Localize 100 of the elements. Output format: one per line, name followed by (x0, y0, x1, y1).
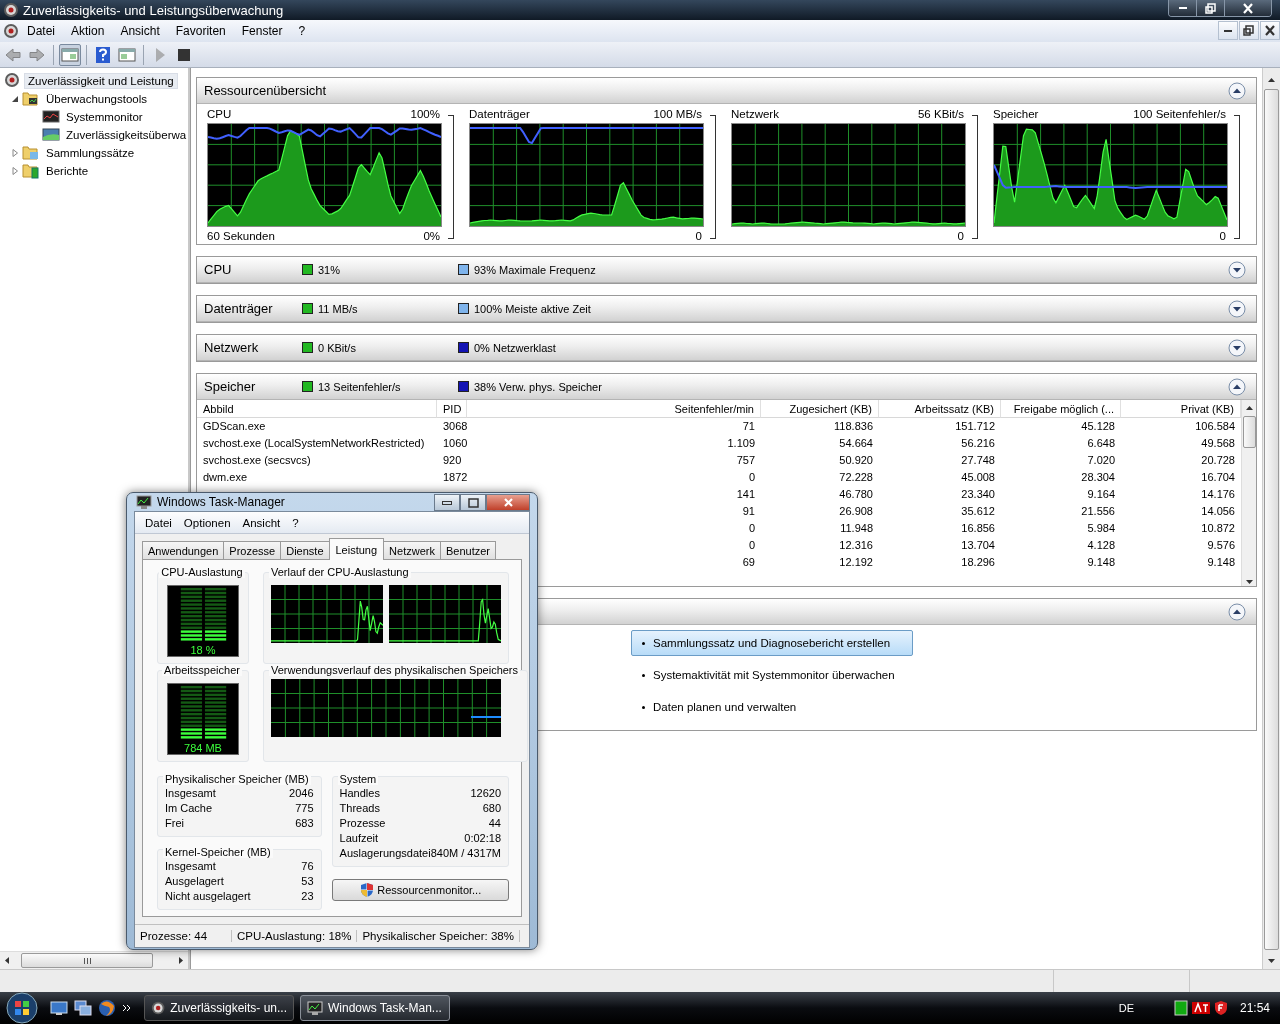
chevron-icon[interactable] (122, 1003, 132, 1013)
window-switcher-icon[interactable] (74, 999, 92, 1017)
minimize-button[interactable] (1218, 21, 1238, 40)
tree-pane-button[interactable] (59, 43, 81, 66)
globe-icon[interactable] (98, 999, 116, 1017)
expander-icon[interactable] (10, 94, 20, 104)
tree-item[interactable]: Sammlungssätze (42, 145, 139, 161)
collapse-icon[interactable] (1228, 602, 1246, 621)
taskbar-button[interactable]: Windows Task-Man... (300, 995, 450, 1021)
collapse-icon[interactable] (1228, 81, 1246, 100)
menu-item[interactable]: Favoriten (167, 22, 234, 40)
menu-item[interactable]: Optionen (177, 514, 237, 531)
menu-item[interactable]: Ansicht (236, 514, 287, 531)
maximize-button[interactable] (460, 494, 486, 511)
column-header[interactable]: PID (437, 400, 467, 418)
horizontal-scrollbar[interactable] (0, 951, 188, 969)
restore-button[interactable] (1239, 21, 1259, 40)
tab[interactable]: Leistung (328, 538, 385, 560)
table-cell: 20.728 (1201, 453, 1235, 466)
tab[interactable]: Benutzer (439, 541, 496, 559)
table-cell: 72.228 (839, 470, 873, 483)
table-cell: 69 (742, 555, 755, 568)
tree-item[interactable]: Berichte (42, 163, 93, 179)
axis-min-label: 0 (957, 230, 964, 242)
help-icon (94, 45, 112, 64)
menu-item[interactable]: ? (290, 22, 314, 40)
bullet-icon (642, 705, 645, 709)
graph-label: Datenträger (469, 108, 530, 120)
back-arrow-icon (4, 45, 22, 64)
menu-item[interactable]: ? (286, 514, 305, 531)
desktop-icon[interactable] (50, 999, 68, 1017)
tab[interactable]: Anwendungen (142, 541, 225, 559)
legend-text: 31% (318, 263, 341, 276)
table-cell: 16.704 (1201, 470, 1235, 483)
panel-header[interactable]: CPU 31% 93% Maximale Frequenz (197, 257, 1256, 283)
minimize-icon (1224, 29, 1232, 32)
vertical-scrollbar[interactable] (1241, 400, 1256, 586)
column-header[interactable]: Abbild (197, 400, 437, 418)
collapse-icon[interactable] (1228, 377, 1246, 396)
tab[interactable]: Dienste (280, 541, 330, 559)
resource-monitor-button[interactable]: Ressourcenmonitor... (331, 879, 509, 901)
stat-label: Insgesamt (165, 786, 216, 799)
table-cell: 757 (736, 453, 755, 466)
expand-icon[interactable] (1228, 338, 1246, 357)
scrollbar-thumb[interactable] (1242, 416, 1256, 448)
column-header[interactable]: Arbeitssatz (KB) (879, 400, 1001, 418)
graphics-icon[interactable] (1191, 1001, 1210, 1015)
menu-item[interactable]: Ansicht (112, 22, 168, 40)
stat-value: 683 (295, 816, 314, 829)
status-text: CPU-Auslastung: 18% (232, 930, 358, 942)
close-button[interactable] (1225, 0, 1271, 16)
axis-max-label: 100 MB/s (653, 108, 702, 120)
table-cell: 71 (742, 419, 755, 432)
vertical-scrollbar[interactable] (1262, 68, 1280, 969)
table-cell: svchost.exe (secsvcs) (203, 453, 311, 466)
minimize-button[interactable] (1169, 0, 1197, 16)
panel-header[interactable]: Ressourcenübersicht (197, 78, 1256, 104)
scrollbar-thumb[interactable] (21, 953, 153, 968)
expand-icon[interactable] (1228, 260, 1246, 279)
minimize-button[interactable] (434, 494, 460, 511)
taskbar-button[interactable]: Zuverlässigkeits- un... (144, 995, 294, 1021)
panel-header[interactable]: Speicher 13 Seitenfehler/s 38% Verw. phys. Speicher (197, 374, 1256, 400)
task-link[interactable]: Sammlungssatz und Diagnosebericht erstellen (631, 630, 913, 656)
clock[interactable]: 21:54 (1239, 1001, 1270, 1015)
language-indicator[interactable]: DE (1118, 1002, 1134, 1014)
column-header[interactable]: Seitenfehler/min (467, 400, 761, 418)
restore-button[interactable] (1197, 0, 1225, 16)
table-cell: 14.056 (1201, 504, 1235, 517)
table-cell: 50.920 (839, 453, 873, 466)
stat-label: Ausgelagert (165, 874, 224, 887)
shield-icon[interactable] (1213, 1000, 1228, 1016)
shield-icon (359, 882, 376, 898)
scrollbar-thumb[interactable] (1264, 89, 1279, 950)
tree-item[interactable]: Zuverlässigkeitsüberwa (62, 127, 188, 143)
task-link[interactable]: Daten planen und verwalten (631, 694, 913, 720)
menu-item[interactable]: Aktion (63, 22, 113, 40)
table-cell: 27.748 (961, 453, 995, 466)
panel-header[interactable]: Datenträger 11 MB/s 100% Meiste aktive Zeit (197, 296, 1256, 322)
tab[interactable]: Netzwerk (383, 541, 441, 559)
panel-header[interactable]: Netzwerk 0 KBit/s 0% Netzwerklast (197, 335, 1256, 361)
menu-item[interactable]: Datei (139, 514, 178, 531)
task-link[interactable]: Systemaktivität mit Systemmonitor überwachen (631, 662, 913, 688)
tree-item[interactable]: Überwachungstools (42, 91, 151, 107)
column-header[interactable]: Freigabe möglich (... (1001, 400, 1121, 418)
column-header[interactable]: Zugesichert (KB) (761, 400, 879, 418)
table-cell: svchost.exe (LocalSystemNetworkRestricted) (203, 436, 425, 449)
menu-item[interactable]: Fenster (233, 22, 291, 40)
close-button[interactable] (1260, 21, 1280, 40)
expand-icon[interactable] (1228, 299, 1246, 318)
tree-item[interactable]: Systemmonitor (62, 109, 147, 125)
menu-item[interactable]: Datei (19, 22, 63, 40)
monitor-icon (136, 494, 152, 510)
grip-icon (82, 956, 92, 965)
stat-label: Threads (339, 801, 380, 814)
tab[interactable]: Prozesse (223, 541, 282, 559)
window-title: Zuverlässigkeits- und Leistungsüberwachung (23, 2, 285, 18)
tree-item[interactable]: Zuverlässigkeit und Leistung (24, 73, 178, 89)
network-icon[interactable] (1173, 1000, 1188, 1016)
window-title: Windows Task-Manager (157, 495, 285, 509)
graph-label: Speicher (993, 108, 1039, 120)
